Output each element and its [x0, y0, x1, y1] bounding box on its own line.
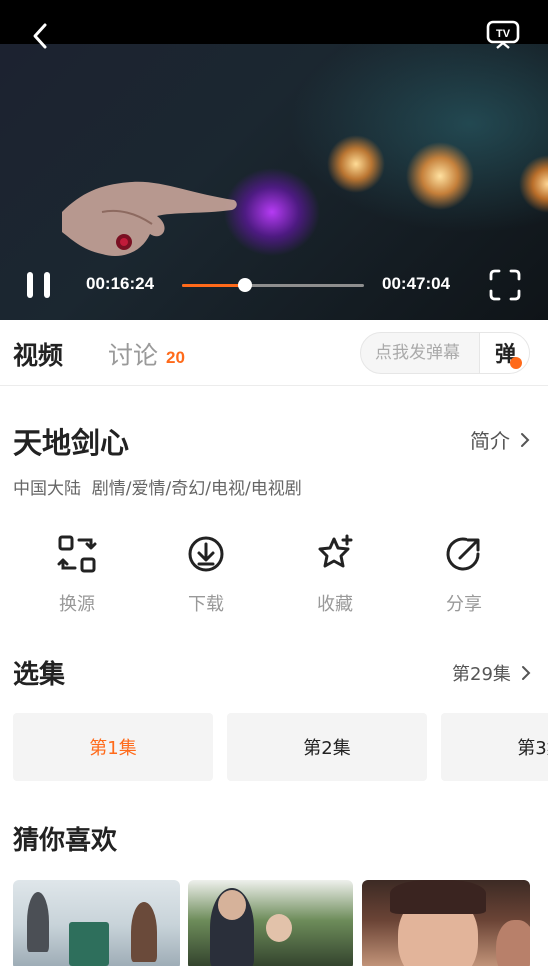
danmu-input[interactable]: [361, 333, 479, 373]
show-meta: 中国大陆 剧情/爱情/奇幻/电视/电视剧: [13, 479, 302, 499]
episode-item[interactable]: 第1集: [13, 713, 213, 781]
recommend-poster[interactable]: [13, 880, 180, 966]
recommend-poster[interactable]: [362, 880, 530, 966]
share-icon: [446, 537, 480, 571]
tv-cast-button[interactable]: TV: [484, 18, 522, 52]
progress-fill: [182, 284, 246, 287]
switch-source-button[interactable]: 换源: [27, 530, 127, 620]
current-time: 00:16:24: [86, 274, 155, 293]
progress-bar[interactable]: [182, 278, 364, 292]
progress-thumb[interactable]: [238, 278, 253, 292]
switch-source-label: 换源: [59, 594, 95, 615]
discussion-count-badge: 20: [166, 348, 185, 367]
share-label: 分享: [446, 594, 482, 615]
poster-face: [218, 890, 246, 920]
total-time: 00:47:04: [382, 274, 451, 293]
fullscreen-button[interactable]: [488, 268, 522, 302]
player-top-bar: TV: [0, 0, 548, 70]
intro-link[interactable]: 简介: [470, 425, 534, 454]
chevron-right-icon: [521, 432, 530, 447]
back-button[interactable]: [24, 20, 56, 52]
tab-discussion[interactable]: 讨论: [108, 336, 158, 372]
tv-cast-icon: TV: [486, 20, 520, 49]
pause-icon: [27, 272, 33, 298]
favorite-label: 收藏: [317, 594, 353, 615]
pause-button[interactable]: [22, 268, 56, 302]
content-tabs: 视频 讨论 20 弹: [0, 320, 548, 386]
episode-item[interactable]: 第3集: [441, 713, 548, 781]
poster-object: [69, 922, 109, 966]
download-label: 下载: [188, 594, 224, 615]
episode-list[interactable]: 第1集 第2集 第3集: [0, 713, 548, 781]
pause-icon: [44, 272, 50, 298]
intro-label: 简介: [470, 429, 510, 453]
switch-source-icon: [57, 535, 97, 573]
chevron-left-icon: [33, 23, 47, 49]
poster-face: [496, 920, 530, 966]
danmu-check-icon: [510, 357, 522, 369]
poster-figure: [27, 892, 49, 952]
action-row: 换源 下载 收藏 分享: [0, 530, 548, 620]
video-player[interactable]: TV 00:16:24 00:47:04: [0, 0, 548, 320]
recommend-list: [0, 880, 548, 966]
poster-face: [266, 914, 292, 942]
svg-text:TV: TV: [496, 28, 511, 40]
star-plus-icon: [318, 534, 353, 568]
favorite-button[interactable]: 收藏: [285, 530, 385, 620]
recommend-poster[interactable]: [188, 880, 353, 966]
recommend-title: 猜你喜欢: [13, 826, 118, 856]
video-hand-illustration: [62, 181, 237, 256]
fullscreen-icon: [489, 269, 521, 301]
episodes-more-link[interactable]: 第29集: [452, 660, 535, 686]
poster-hair: [390, 880, 486, 914]
episode-item[interactable]: 第2集: [227, 713, 427, 781]
share-button[interactable]: 分享: [414, 530, 514, 620]
episodes-title: 选集: [13, 660, 66, 690]
danmu-toggle-button[interactable]: 弹: [479, 333, 529, 373]
player-controls: 00:16:24 00:47:04: [0, 262, 548, 308]
danmu-composer: 弹: [360, 332, 530, 374]
poster-figure: [131, 902, 157, 962]
episodes-more-label: 第29集: [452, 664, 511, 685]
download-button[interactable]: 下载: [156, 530, 256, 620]
show-title: 天地剑心: [13, 426, 130, 460]
tab-video[interactable]: 视频: [13, 336, 63, 372]
chevron-right-icon: [521, 666, 531, 680]
download-icon: [188, 536, 224, 572]
